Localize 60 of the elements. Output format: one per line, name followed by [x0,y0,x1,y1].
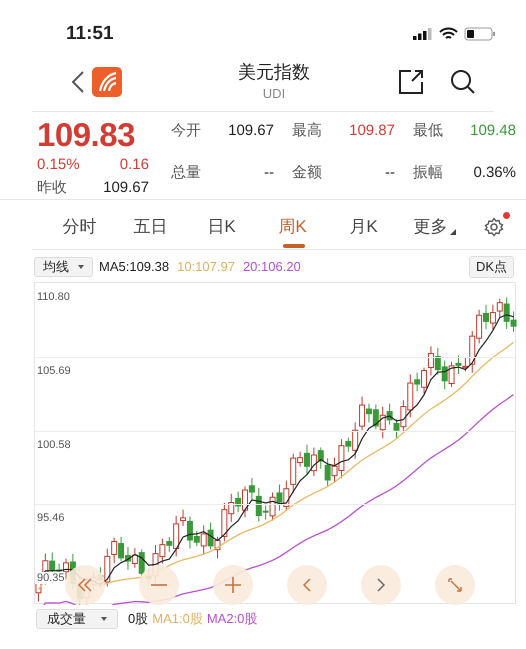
period-tab[interactable]: 日K [186,204,257,250]
double-chevron-left-icon [77,578,93,592]
status-time: 11:51 [66,22,114,46]
signal-icon [413,28,433,40]
more-menu-button[interactable]: 更多 [399,204,470,250]
stat-value: 109.48 [470,121,516,141]
chart-control-button[interactable] [139,565,179,605]
wifi-icon [439,27,458,41]
chevron-left-icon [303,578,311,592]
stat-value: -- [385,162,395,182]
minus-icon [151,584,167,586]
ma5-value: MA5:109.38 [99,258,170,276]
price-axis-label: 105.69 [35,364,71,377]
stat-value: 0.36% [473,162,516,182]
dk-point-button[interactable]: DK点 [468,256,514,278]
indicator-selector[interactable]: 均线 [34,257,93,277]
dropdown-icon [101,617,107,621]
ma10-value: 10:107.97 [177,258,235,276]
change-value: 0.16 [120,155,149,175]
symbol-code: UDI [262,84,286,103]
stat-label: 今开 [171,121,201,141]
stat-label: 最低 [413,121,443,141]
dropdown-icon [78,265,84,269]
last-price: 109.83 [37,116,136,154]
stat-label: 总量 [171,162,201,182]
stat-value: 109.87 [349,121,395,141]
chevron-right-icon [377,578,385,592]
chart-control-button[interactable] [65,565,105,605]
back-icon[interactable] [72,70,84,92]
volume-selector[interactable]: 成交量 [36,609,118,629]
price-axis-label: 90.35 [35,572,65,584]
period-tab[interactable]: 五日 [115,204,186,250]
volume-value: 0股 [128,610,148,628]
plus-icon [225,577,241,593]
expand-icon [448,578,462,592]
volume-ma2: MA2:0股 [206,610,258,628]
dropdown-corner-icon [450,228,456,234]
period-tab[interactable]: 周K [257,204,328,250]
change-percent: 0.15% [37,155,80,175]
stat-label: 振幅 [413,162,443,182]
period-tab[interactable]: 分时 [44,204,115,250]
share-icon[interactable] [398,68,424,94]
period-tab[interactable]: 月K [328,204,399,250]
stat-value: 109.67 [228,121,274,141]
stat-value: -- [264,162,274,182]
stat-label: 金额 [292,162,322,182]
page-title: 美元指数 [238,60,310,84]
app-logo-icon [92,66,122,96]
volume-ma1: MA1:0股 [152,610,203,628]
prev-close-value: 109.67 [103,178,149,198]
settings-icon[interactable] [484,216,504,236]
search-icon[interactable] [450,68,476,94]
ma20-value: 20:106.20 [242,258,301,276]
prev-close-label: 昨收 [37,178,67,198]
price-axis-label: 110.80 [35,291,70,303]
chart-control-button[interactable] [213,565,253,605]
battery-icon [464,27,496,41]
price-axis-label: 95.46 [35,512,65,524]
price-axis-label: 100.58 [35,438,71,450]
stat-label: 最高 [292,121,322,141]
